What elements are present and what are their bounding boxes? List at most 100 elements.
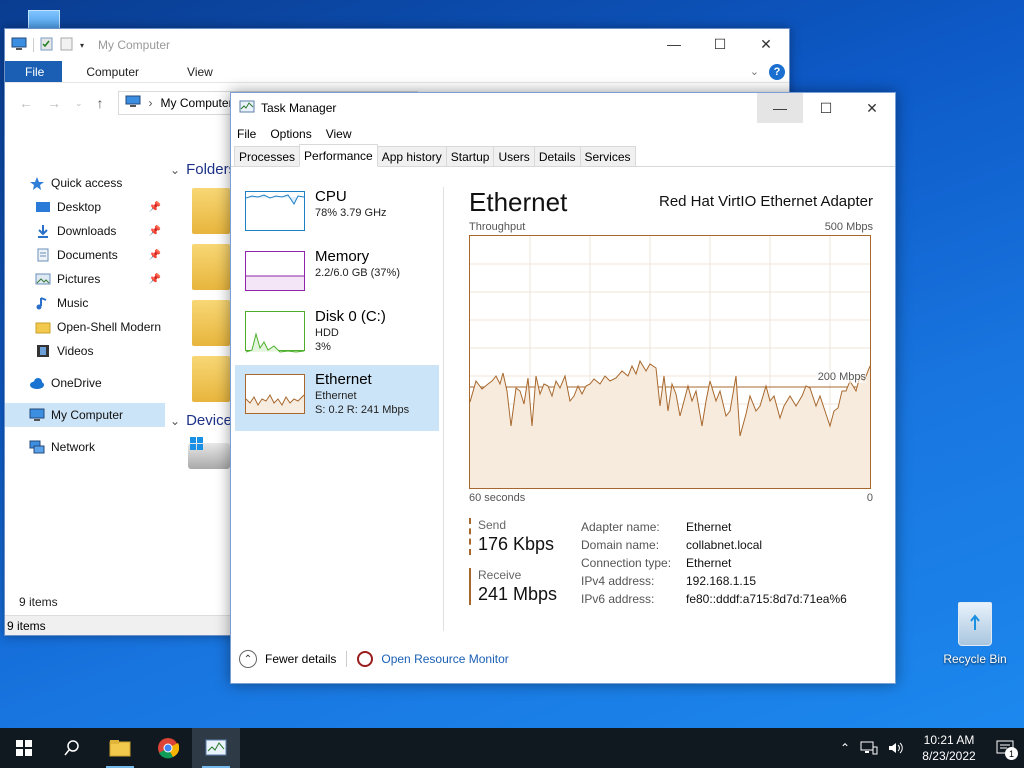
nav-item-pictures[interactable]: Pictures 📌: [5, 267, 165, 291]
menu-file[interactable]: File: [237, 127, 256, 141]
group-header-devices[interactable]: ⌄ Device: [170, 412, 236, 429]
tab-app-history[interactable]: App history: [376, 146, 447, 166]
nav-item-open-shell-modern[interactable]: Open-Shell Modern: [5, 315, 165, 339]
nav-item-videos[interactable]: Videos: [5, 339, 165, 363]
task-manager-titlebar: Task Manager — ☐ ✕: [231, 93, 895, 123]
action-center-button[interactable]: 1: [994, 738, 1018, 760]
pin-icon[interactable]: 📌: [149, 202, 161, 213]
taskbar-task-manager[interactable]: [192, 728, 240, 768]
search-button[interactable]: [48, 728, 96, 768]
breadcrumb-my-computer[interactable]: My Computer: [161, 96, 233, 110]
folder-music-icon[interactable]: [192, 300, 230, 346]
tm-close-button[interactable]: ✕: [849, 93, 895, 123]
nav-item-onedrive[interactable]: OneDrive: [5, 371, 165, 395]
cloud-icon: [29, 376, 45, 390]
explorer-titlebar: ▾ My Computer — ☐ ✕: [5, 29, 789, 61]
ethernet-label: Ethernet: [315, 371, 372, 388]
send-stat: Send 176 Kbps: [469, 518, 554, 555]
nav-item-downloads[interactable]: Downloads 📌: [5, 219, 165, 243]
tab-details[interactable]: Details: [533, 146, 581, 166]
new-folder-icon[interactable]: [60, 37, 74, 54]
tm-tab-strip: Processes Performance App history Startu…: [231, 144, 895, 167]
forward-arrow-icon[interactable]: →: [47, 95, 61, 111]
local-disk-icon[interactable]: [188, 437, 230, 469]
disk-label: Disk 0 (C:): [315, 308, 386, 325]
ribbon-tabs: File Computer View ⌄ ?: [5, 61, 789, 83]
tm-maximize-button[interactable]: ☐: [803, 93, 849, 123]
clock-date: 8/23/2022: [922, 749, 976, 763]
folder-3d-objects-icon[interactable]: [192, 188, 230, 234]
task-manager-icon: [205, 739, 227, 756]
system-tray: ⌃ 10:21 AM 8/23/2022 1: [840, 732, 1024, 764]
resource-item-ethernet[interactable]: Ethernet Ethernet S: 0.2 R: 241 Mbps: [235, 365, 439, 431]
nav-item-network[interactable]: Network: [5, 435, 165, 459]
pin-icon[interactable]: 📌: [149, 226, 161, 237]
folder-icon: [35, 320, 51, 334]
up-arrow-icon[interactable]: ↑: [97, 95, 104, 111]
folder-videos-icon[interactable]: [192, 356, 230, 402]
tab-services[interactable]: Services: [579, 146, 636, 166]
tm-footer: ⌃ Fewer details Open Resource Monitor: [231, 639, 895, 679]
explorer-maximize-button[interactable]: ☐: [697, 29, 743, 59]
ethernet-adapter-name: Ethernet: [315, 390, 357, 402]
nav-item-my-computer[interactable]: My Computer: [5, 403, 165, 427]
send-label: Send: [478, 518, 507, 532]
resource-list: CPU 78% 3.79 GHz Memory 2.2/6.0 GB (37%): [235, 185, 439, 431]
group-header-folders[interactable]: ⌄ Folders: [170, 161, 236, 178]
tab-startup[interactable]: Startup: [445, 146, 495, 166]
resource-item-memory[interactable]: Memory 2.2/6.0 GB (37%): [235, 245, 439, 305]
folder-documents-icon[interactable]: [192, 244, 230, 290]
ribbon-tab-file[interactable]: File: [5, 61, 63, 82]
explorer-close-button[interactable]: ✕: [743, 29, 789, 59]
explorer-minimize-button[interactable]: —: [651, 29, 697, 59]
ribbon-tab-computer[interactable]: Computer: [62, 61, 163, 82]
nav-item-music[interactable]: Music: [5, 291, 165, 315]
recycle-bin[interactable]: Recycle Bin: [936, 602, 1014, 666]
chevron-down-icon: ⌄: [170, 413, 181, 428]
nav-item-quick-access[interactable]: Quick access: [5, 171, 165, 195]
menu-options[interactable]: Options: [270, 127, 311, 141]
adapter-description: Red Hat VirtIO Ethernet Adapter: [658, 193, 873, 210]
prop-ipv6: IPv6 address: fe80::dddf:a715:8d7d:71ea%6: [581, 592, 847, 606]
expand-ribbon-icon[interactable]: ⌄: [750, 65, 759, 78]
pin-icon[interactable]: 📌: [149, 274, 161, 285]
network-status-icon[interactable]: [860, 741, 878, 755]
disk-type: HDD: [315, 327, 339, 339]
show-hidden-icons-icon[interactable]: ⌃: [840, 741, 850, 755]
nav-item-desktop[interactable]: Desktop 📌: [5, 195, 165, 219]
tab-processes[interactable]: Processes: [234, 146, 301, 166]
tab-performance[interactable]: Performance: [299, 144, 378, 167]
pin-icon[interactable]: 📌: [149, 250, 161, 261]
graph-time-label: 60 seconds: [469, 492, 526, 504]
help-icon[interactable]: ?: [769, 63, 785, 80]
desktop-icon: [35, 200, 51, 214]
taskbar-chrome[interactable]: [144, 728, 192, 768]
prop-ipv4: IPv4 address: 192.168.1.15: [581, 574, 757, 588]
back-arrow-icon[interactable]: ←: [19, 95, 33, 111]
properties-icon[interactable]: [40, 37, 54, 54]
chevron-up-icon[interactable]: ⌃: [239, 650, 257, 668]
volume-icon[interactable]: [888, 741, 904, 755]
tm-minimize-button[interactable]: —: [757, 93, 803, 123]
customize-qat-icon[interactable]: ▾: [80, 41, 84, 50]
resource-monitor-icon[interactable]: [357, 651, 374, 667]
resource-item-disk[interactable]: Disk 0 (C:) HDD 3%: [235, 305, 439, 365]
task-manager-icon: [239, 100, 255, 117]
explorer-title: My Computer: [98, 38, 171, 52]
breadcrumb-chevron-icon[interactable]: ›: [149, 96, 153, 110]
clock[interactable]: 10:21 AM 8/23/2022: [914, 732, 984, 764]
resource-item-cpu[interactable]: CPU 78% 3.79 GHz: [235, 185, 439, 245]
open-resource-monitor-link[interactable]: Open Resource Monitor: [381, 652, 508, 666]
ribbon-tab-view[interactable]: View: [163, 61, 237, 82]
ethernet-detail: Ethernet Red Hat VirtIO Ethernet Adapter…: [469, 187, 873, 618]
menu-view[interactable]: View: [326, 127, 352, 141]
taskbar-file-explorer[interactable]: [96, 728, 144, 768]
nav-item-documents[interactable]: Documents 📌: [5, 243, 165, 267]
item-count: 9 items: [19, 595, 58, 609]
fewer-details-link[interactable]: Fewer details: [265, 652, 336, 666]
panel-divider: [443, 187, 444, 631]
start-button[interactable]: [0, 728, 48, 768]
tab-users[interactable]: Users: [493, 146, 535, 166]
recent-locations-icon[interactable]: ⌄: [75, 98, 83, 109]
ethernet-stats: Send 176 Kbps Receive 241 Mbps Adapter n…: [469, 518, 873, 618]
